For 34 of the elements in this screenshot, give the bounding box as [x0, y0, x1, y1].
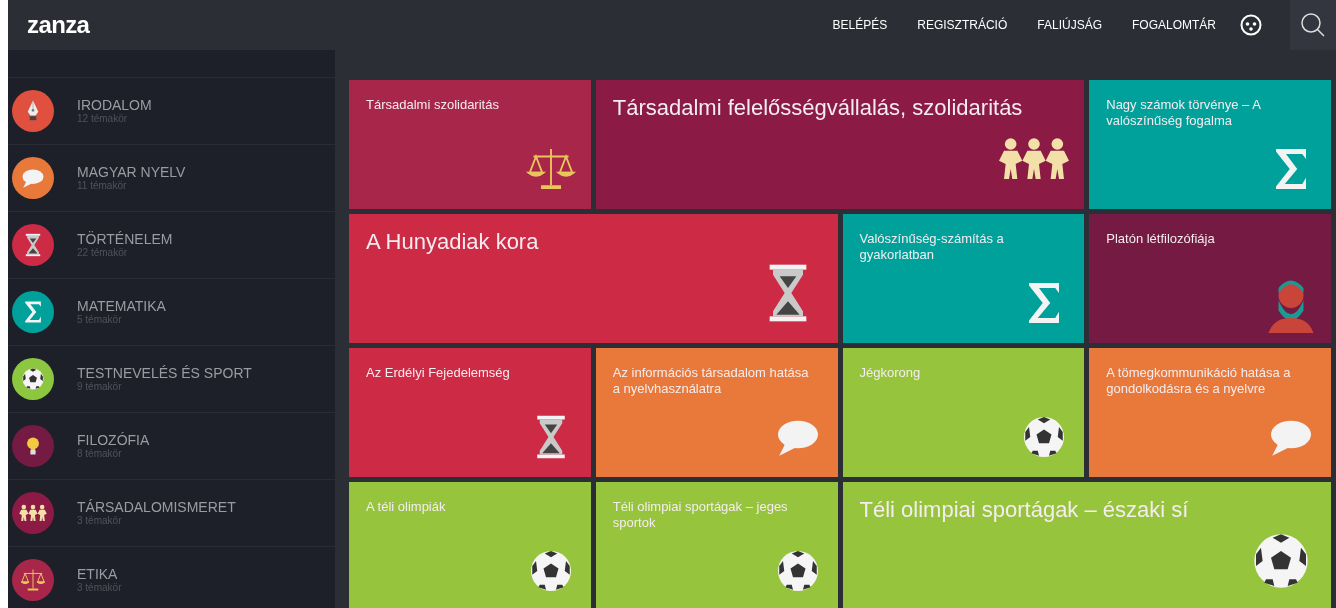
- tile-title: Téli olimpiai sportágak – jeges sportok: [612, 499, 789, 531]
- nav-link[interactable]: FOGALOMTÁR: [1132, 16, 1216, 34]
- subject-link[interactable]: MATEMATIKA: [77, 298, 166, 314]
- topic-tile[interactable]: Platón létfilozófiája: [1089, 214, 1331, 343]
- tile-title: Az információs társadalom hatása a nyelvhasználatra: [612, 365, 810, 397]
- topic-tile[interactable]: Az Erdélyi Fejedelemség: [349, 348, 591, 477]
- topic-tile[interactable]: Társadalmi szolidaritás: [349, 80, 591, 209]
- tile-title: Téli olimpiai sportágak – északi sí: [859, 496, 1190, 523]
- tile-title: Platón létfilozófiája: [1106, 231, 1216, 247]
- nav-link[interactable]: FALIÚJSÁG: [1037, 16, 1102, 34]
- tile-title: Társadalmi felelősségvállalás, szolidaritás: [612, 94, 1024, 121]
- tile-title: Valószínűség-számítás a gyakorlatban: [859, 231, 1005, 263]
- topic-tile[interactable]: A Hunyadiak kora: [349, 214, 838, 343]
- subject-link[interactable]: FILOZÓFIA: [77, 432, 150, 448]
- tile-title: A téli olimpiák: [366, 499, 447, 515]
- tile-title: A tömegkommunikáció hatása a gondolkodásra és a nyelvre: [1106, 365, 1292, 397]
- topic-tile[interactable]: Társadalmi felelősségvállalás, szolidaritás: [595, 80, 1085, 209]
- dots-circle-icon[interactable]: [1240, 14, 1262, 36]
- subject-link[interactable]: TÖRTÉNELEM: [77, 231, 173, 247]
- tile-title: Jégkorong: [859, 365, 922, 381]
- tile-title: Nagy számok törvénye – A valószínűség fogalma: [1106, 97, 1262, 129]
- nav-link[interactable]: BELÉPÉS: [832, 16, 888, 34]
- tile-title: Az Erdélyi Fejedelemség: [366, 365, 511, 381]
- nav-link[interactable]: REGISZTRÁCIÓ: [917, 16, 1008, 34]
- subject-link[interactable]: TÁRSADALOMISMERET: [77, 499, 236, 515]
- subject-link[interactable]: ETIKA: [77, 566, 122, 582]
- search-button[interactable]: [1290, 0, 1336, 50]
- subject-link[interactable]: TESTNEVELÉS ÉS SPORT: [77, 365, 252, 381]
- search-icon: [1300, 12, 1326, 38]
- tile-title: Társadalmi szolidaritás: [366, 97, 500, 113]
- subject-link[interactable]: IRODALOM: [77, 97, 152, 113]
- tile-title: A Hunyadiak kora: [366, 228, 540, 255]
- logo[interactable]: zanza: [27, 13, 90, 37]
- subject-link[interactable]: MAGYAR NYELV: [77, 164, 186, 180]
